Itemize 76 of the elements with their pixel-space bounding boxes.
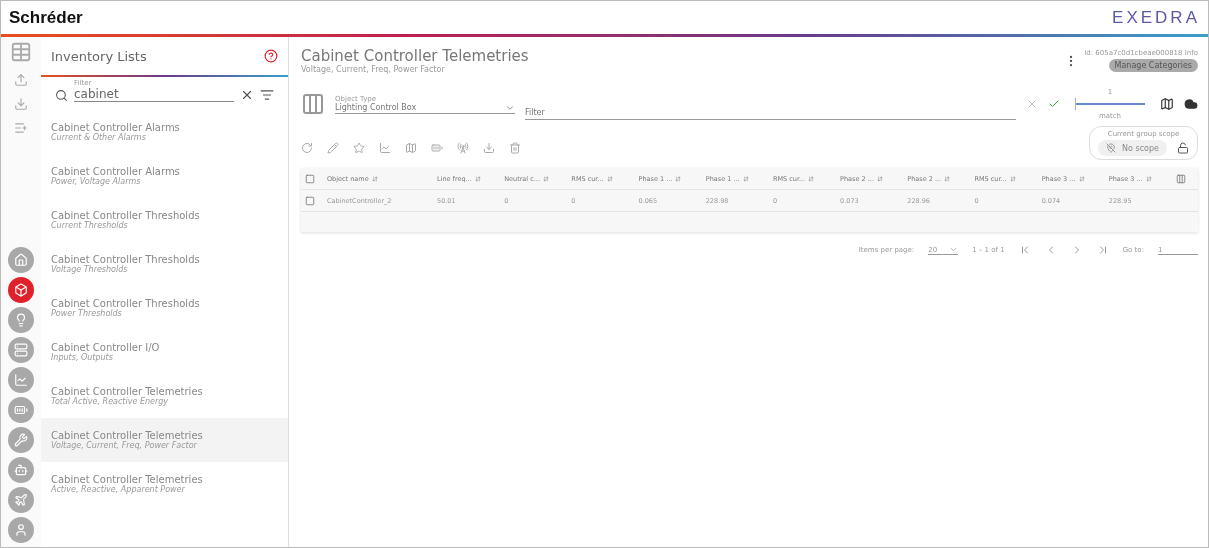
sort-icon xyxy=(742,175,749,182)
page-title: Cabinet Controller Telemetries xyxy=(301,47,529,65)
chart-icon[interactable] xyxy=(379,142,391,154)
download-icon[interactable] xyxy=(14,97,28,111)
battery-button[interactable] xyxy=(8,397,34,423)
scope-button[interactable]: No scope xyxy=(1098,140,1167,156)
panel-title: Inventory Lists xyxy=(51,48,147,64)
lock-icon[interactable] xyxy=(1177,142,1189,154)
trash-icon[interactable] xyxy=(509,142,521,154)
sort-icon xyxy=(675,175,682,182)
columns-icon xyxy=(301,92,325,116)
list-item[interactable]: Cabinet Controller Alarms Current & Other Alarms xyxy=(41,110,288,154)
cloud-icon[interactable] xyxy=(1184,97,1198,111)
cabinet-button[interactable] xyxy=(8,337,34,363)
filter-input[interactable]: Filter xyxy=(525,106,1016,120)
search-icon xyxy=(55,89,68,102)
download-icon[interactable] xyxy=(483,142,495,154)
cabinet-icon xyxy=(14,343,28,357)
checkbox[interactable] xyxy=(305,195,315,206)
list-item[interactable]: Cabinet Controller Alarms Power, Voltage Alarms xyxy=(41,154,288,198)
list-item[interactable]: Cabinet Controller Thresholds Current Thresholds xyxy=(41,198,288,242)
sort-icon xyxy=(1078,175,1085,182)
box-icon xyxy=(14,283,28,297)
check-icon[interactable] xyxy=(1048,98,1060,110)
battery-icon xyxy=(14,403,28,417)
list-item[interactable]: Cabinet Controller I/O Inputs, Outputs xyxy=(41,330,288,374)
list-add-icon[interactable] xyxy=(14,121,28,135)
lightbulb-icon xyxy=(14,313,28,327)
battery-icon[interactable] xyxy=(431,142,443,154)
user-icon xyxy=(14,523,28,537)
upload-icon[interactable] xyxy=(14,73,28,87)
robot-icon xyxy=(14,463,28,477)
list-item[interactable]: Cabinet Controller Telemetries Active, Reactive, Apparent Power xyxy=(41,462,288,506)
close-icon[interactable] xyxy=(240,88,254,102)
sort-icon[interactable] xyxy=(260,88,274,102)
caret-icon xyxy=(949,245,959,254)
pencil-icon[interactable] xyxy=(327,142,339,154)
sort-icon xyxy=(944,175,951,182)
list-item[interactable]: Cabinet Controller Telemetries Voltage, Current, Freq, Power Factor xyxy=(41,418,288,462)
sort-icon xyxy=(1145,175,1152,182)
plane-icon xyxy=(14,493,28,507)
columns-icon[interactable] xyxy=(1176,173,1186,184)
list-item[interactable]: Cabinet Controller Thresholds Voltage Thresholds xyxy=(41,242,288,286)
plane-button[interactable] xyxy=(8,487,34,513)
chart-icon xyxy=(14,373,28,387)
chart-button[interactable] xyxy=(8,367,34,393)
sort-icon xyxy=(371,175,378,182)
tower-icon[interactable] xyxy=(457,142,469,154)
robot-button[interactable] xyxy=(8,457,34,483)
map-icon[interactable] xyxy=(1160,97,1174,111)
home-button[interactable] xyxy=(8,247,34,273)
star-icon[interactable] xyxy=(353,142,365,154)
checkbox[interactable] xyxy=(305,173,315,184)
product-logo: EXEDRA xyxy=(1112,7,1200,28)
match-slider[interactable] xyxy=(1075,98,1145,110)
brand-logo: Schréder xyxy=(9,7,83,28)
lightbulb-button[interactable] xyxy=(8,307,34,333)
list-item[interactable]: Cabinet Controller Thresholds Power Thresholds xyxy=(41,286,288,330)
sort-icon xyxy=(606,175,613,182)
help-icon[interactable] xyxy=(264,49,278,63)
manage-categories-button[interactable]: Manage Categories xyxy=(1108,59,1198,72)
page-subtitle: Voltage, Current, Freq, Power Factor xyxy=(301,65,446,74)
wrench-icon xyxy=(14,433,28,447)
user-button[interactable] xyxy=(8,517,34,543)
box-button[interactable] xyxy=(8,277,34,303)
refresh-icon[interactable] xyxy=(301,142,313,154)
wrench-button[interactable] xyxy=(8,427,34,453)
sort-icon xyxy=(808,175,815,182)
sort-icon xyxy=(474,175,481,182)
list-item[interactable]: Cabinet Controller Telemetries Total Active, Reactive Energy xyxy=(41,374,288,418)
pin-off-icon xyxy=(1106,143,1117,153)
sort-icon xyxy=(543,175,549,182)
home-icon xyxy=(14,253,28,267)
sort-icon xyxy=(876,175,883,182)
table-icon[interactable] xyxy=(10,41,32,63)
sort-icon xyxy=(1009,175,1016,182)
